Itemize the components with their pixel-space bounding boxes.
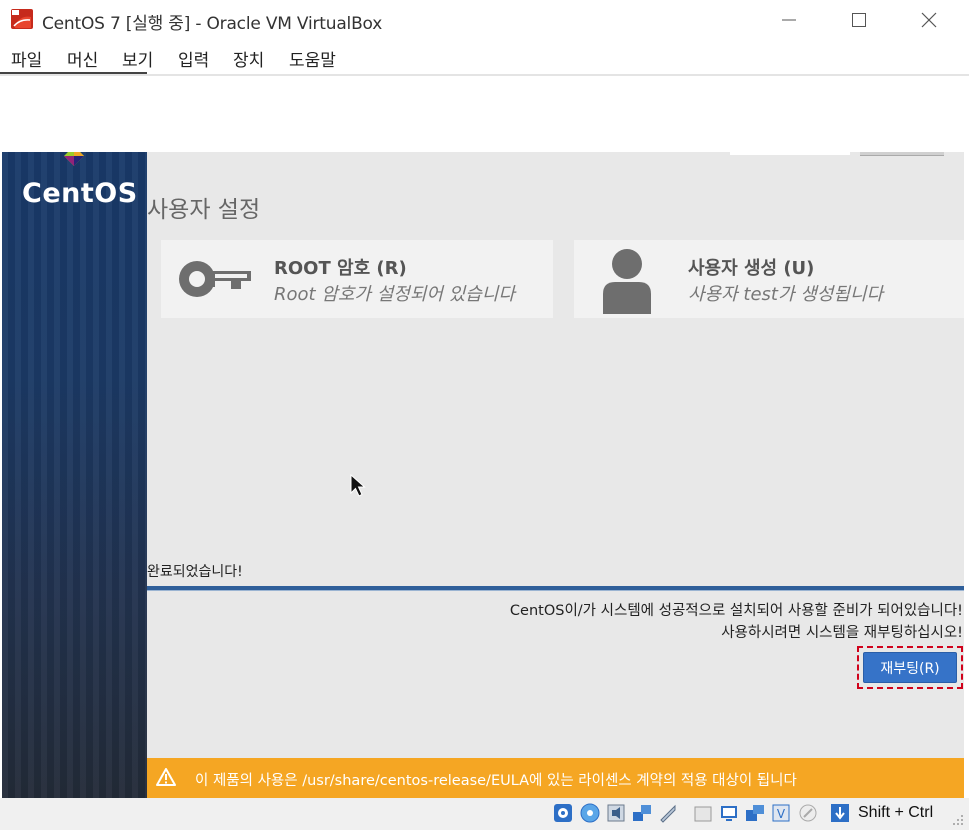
shared-folder-icon[interactable] — [693, 803, 713, 823]
mouse-pointer-icon — [350, 474, 366, 497]
resize-grip-icon[interactable] — [950, 812, 964, 826]
user-tile-title: 사용자 생성 (U) — [688, 258, 815, 279]
svg-text:V: V — [777, 807, 786, 821]
root-tile-status: Root 암호가 설정되어 있습니다 — [274, 284, 515, 305]
keyboard-capture-icon[interactable] — [830, 803, 850, 823]
video-capture-icon[interactable] — [745, 803, 765, 823]
sidebar-texture — [2, 152, 147, 798]
minimize-icon — [782, 19, 796, 21]
menu-active-indicator — [0, 72, 147, 74]
eula-notice-bar: 이 제품의 사용은 /usr/share/centos-release/EULA… — [147, 758, 964, 798]
menu-view[interactable]: 보기 — [122, 46, 153, 71]
completion-label: 완료되었습니다! — [147, 564, 243, 580]
centos-logo-icon — [64, 152, 84, 166]
menu-input[interactable]: 입력 — [178, 46, 209, 71]
vt-x-icon[interactable]: V — [771, 803, 791, 823]
maximize-button[interactable] — [836, 6, 882, 34]
user-tile-status: 사용자 test가 생성됩니다 — [688, 284, 884, 305]
reboot-instruction: 사용하시려면 시스템을 재부팅하십시오! — [721, 625, 963, 641]
virtualbox-vm-icon — [11, 9, 33, 29]
user-creation-tile[interactable]: 사용자 생성 (U) 사용자 test가 생성됩니다 — [574, 240, 964, 318]
reboot-button[interactable]: 재부팅(R) — [863, 652, 957, 683]
maximize-icon — [852, 13, 866, 27]
root-password-tile[interactable]: ROOT 암호 (R) Root 암호가 설정되어 있습니다 — [161, 240, 553, 318]
warning-icon — [156, 768, 176, 786]
centos-logo-text: CentOS — [22, 178, 138, 209]
reboot-button-highlight: 재부팅(R) — [857, 646, 963, 689]
vm-guest-screen[interactable]: CentOS 사용자 설정 ROOT 암호 (R) Root 암호가 설정되어 … — [2, 152, 964, 798]
usb-icon[interactable] — [658, 803, 678, 823]
key-icon — [179, 261, 251, 297]
top-edge-field — [730, 152, 850, 155]
user-icon — [603, 249, 651, 314]
vm-status-bar: V Shift + Ctrl — [0, 798, 969, 830]
install-progress-bar — [147, 586, 964, 591]
menu-devices[interactable]: 장치 — [233, 46, 264, 71]
menu-help[interactable]: 도움말 — [289, 46, 336, 71]
eula-notice-text: 이 제품의 사용은 /usr/share/centos-release/EULA… — [195, 773, 797, 789]
window-title: CentOS 7 [실행 중] - Oracle VM VirtualBox — [42, 14, 383, 34]
display-icon[interactable] — [719, 803, 739, 823]
audio-icon[interactable] — [606, 803, 626, 823]
network-icon[interactable] — [632, 803, 652, 823]
optical-drive-icon[interactable] — [580, 803, 600, 823]
menu-file[interactable]: 파일 — [11, 46, 42, 71]
success-message: CentOS이/가 시스템에 성공적으로 설치되어 사용할 준비가 되어있습니다… — [509, 603, 963, 619]
installer-sidebar: CentOS — [2, 152, 147, 798]
minimize-button[interactable] — [766, 6, 812, 34]
section-title: 사용자 설정 — [147, 197, 261, 223]
root-tile-title: ROOT 암호 (R) — [274, 258, 407, 279]
hard-disk-icon[interactable] — [553, 803, 573, 823]
mouse-integration-icon[interactable] — [798, 803, 818, 823]
top-edge-button[interactable] — [860, 152, 944, 156]
menu-bar: 파일 머신 보기 입력 장치 도움말 — [0, 40, 969, 76]
close-icon — [921, 12, 937, 28]
host-key-label: Shift + Ctrl — [858, 804, 934, 821]
menu-machine[interactable]: 머신 — [67, 46, 98, 71]
window-titlebar: CentOS 7 [실행 중] - Oracle VM VirtualBox — [0, 0, 969, 40]
close-button[interactable] — [906, 6, 952, 34]
